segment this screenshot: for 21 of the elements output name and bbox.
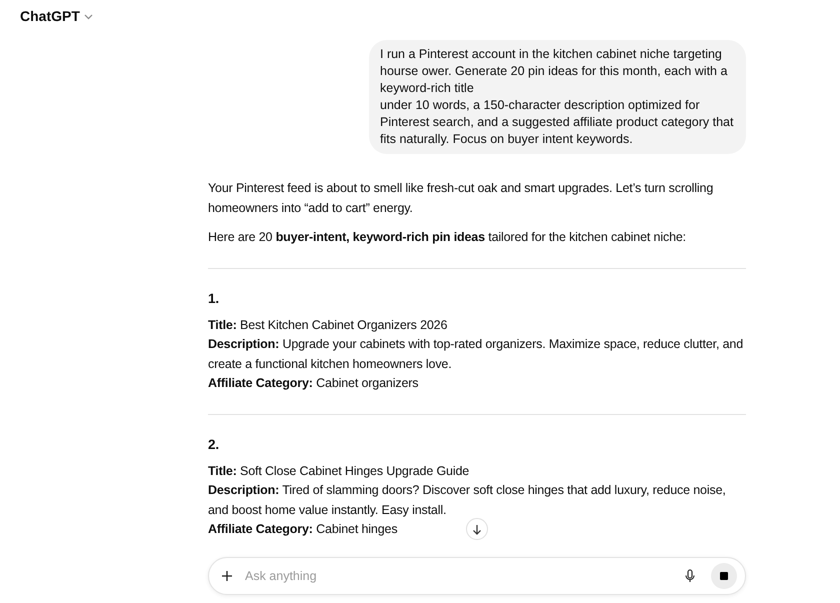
scroll-down-button[interactable]: [466, 518, 488, 540]
microphone-icon[interactable]: [685, 569, 695, 583]
plus-icon[interactable]: [221, 570, 233, 582]
paragraph: Your Pinterest feed is about to smell like fresh-cut oak and smart upgrades. Let’s turn scrolling homeowners into “add to cart” energy.: [208, 180, 714, 217]
message-composer[interactable]: Ask anything: [208, 557, 746, 595]
paragraph: Here are 20 buyer-intent, keyword-rich pin ideas tailored for the kitchen cabinet niche:: [208, 229, 687, 246]
user-message: I run a Pinterest account in the kitchen cabinet niche targeting hourse ower. Generate 20 pin ideas for this month, each with a keyword-rich title under 10 words, a 150-character description optimized for Pinterest search, and a suggested affiliate product category that fits naturally. Focus on buyer intent keywords.: [369, 40, 746, 154]
item-number: 1.: [208, 290, 220, 308]
app-title: ChatGPT: [20, 7, 80, 26]
item-line: Description: Tired of slamming doors? Discover soft close hinges that add luxury, reduce noise, and boost home value instantly. Easy install.: [208, 482, 727, 519]
item-number: 2.: [208, 436, 220, 454]
item-line: Title: Soft Close Cabinet Hinges Upgrade Guide: [208, 462, 470, 480]
item-line: Description: Upgrade your cabinets with top-rated organizers. Maximize space, reduce clutter, and create a functional kitchen homeowners love.: [208, 336, 744, 372]
item-line: Title: Best Kitchen Cabinet Organizers 2026: [208, 316, 448, 334]
arrow-down-icon: [472, 524, 482, 534]
item-line: Affiliate Category: Cabinet hinges: [208, 521, 398, 538]
item-line: Affiliate Category: Cabinet organizers: [208, 375, 418, 392]
input-field[interactable]: Ask anything: [245, 566, 685, 586]
chevron-down-icon[interactable]: [84, 14, 93, 20]
stop-icon: [720, 572, 728, 580]
stop-button[interactable]: [711, 563, 737, 589]
